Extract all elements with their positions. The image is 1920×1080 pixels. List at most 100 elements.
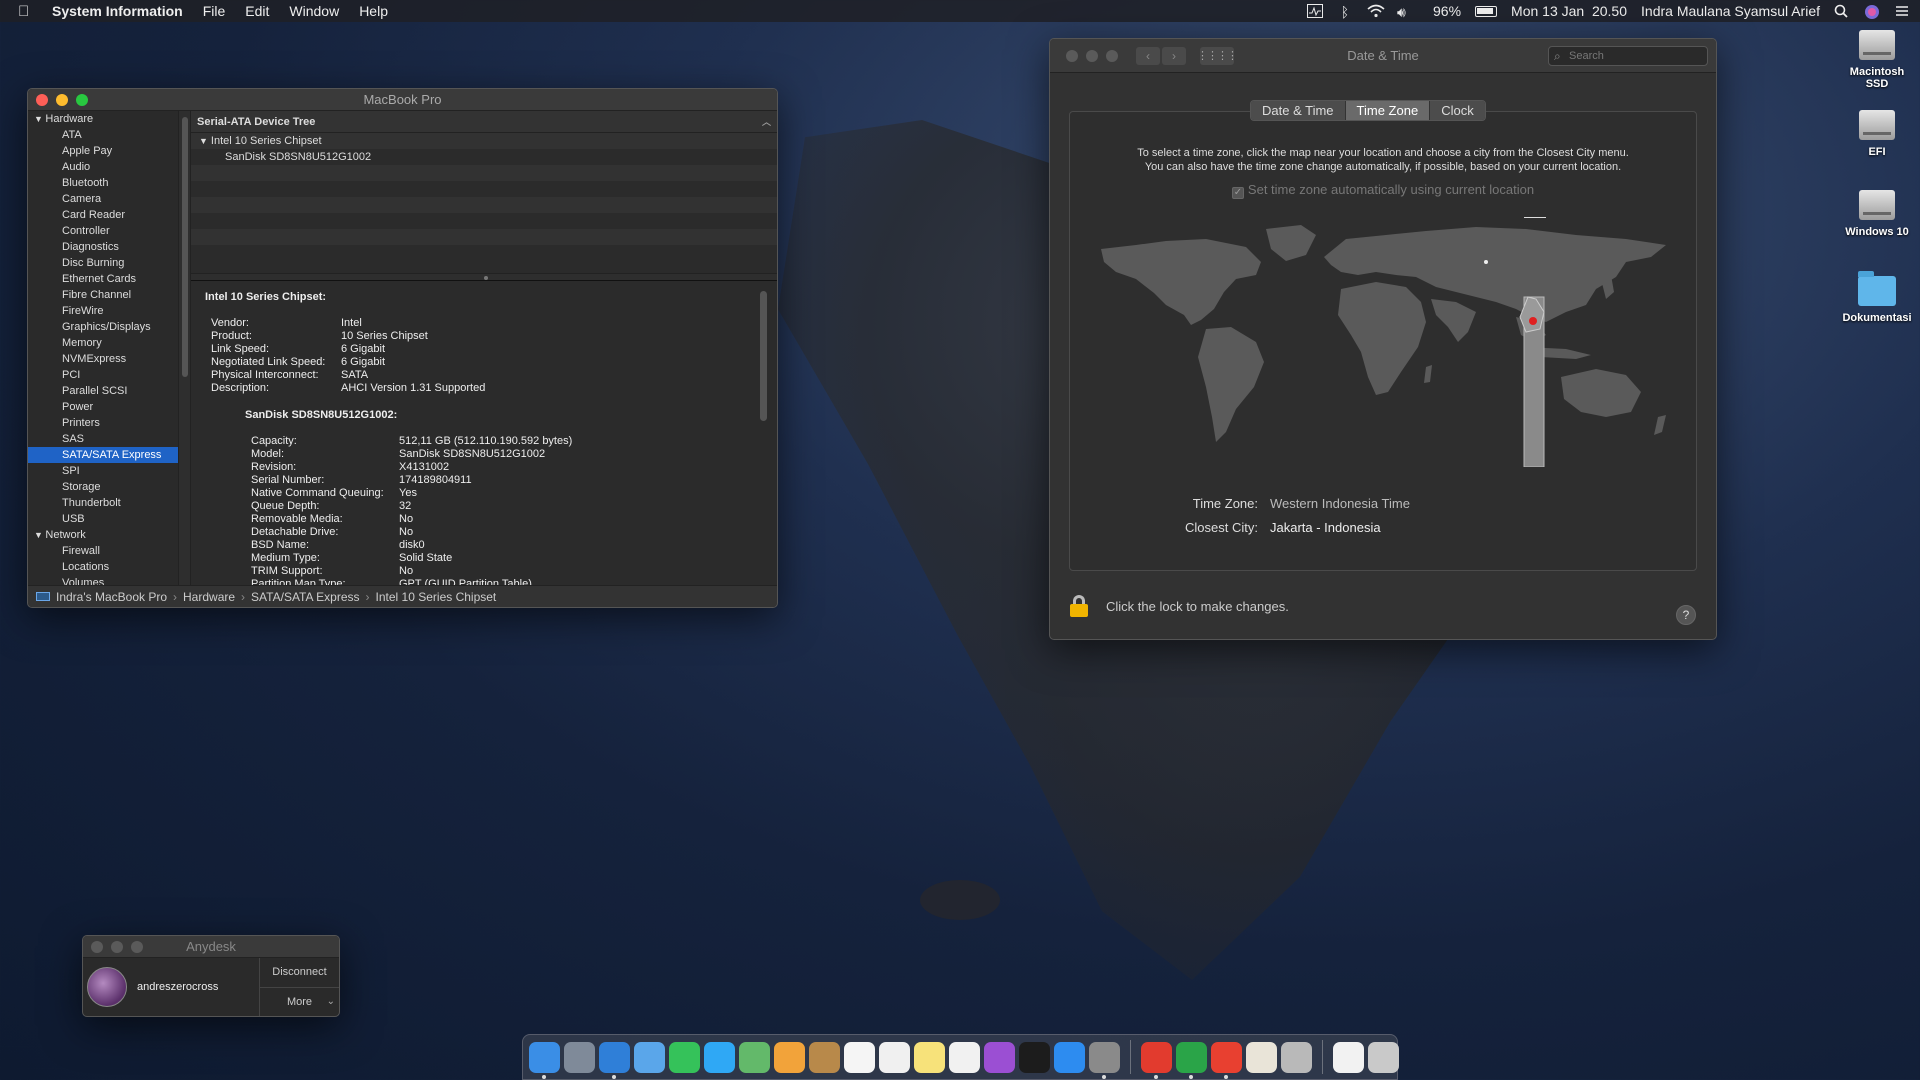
sidebar-scrollbar[interactable] [178, 111, 191, 585]
sidebar-item-storage[interactable]: Storage [28, 479, 178, 495]
sidebar-item-controller[interactable]: Controller [28, 223, 178, 239]
close-button[interactable] [1066, 49, 1078, 62]
disclosure-triangle-icon[interactable]: ▼ [199, 136, 208, 146]
dock-photos-icon[interactable] [774, 1041, 805, 1073]
breadcrumb-item[interactable]: Hardware [183, 590, 235, 604]
dock-anydesk-icon[interactable] [1141, 1041, 1172, 1079]
tab-time-zone[interactable]: Time Zone [1345, 101, 1431, 120]
forward-button[interactable]: › [1162, 46, 1186, 65]
world-map[interactable] [1096, 217, 1676, 467]
dock-text-edit-icon[interactable] [1246, 1041, 1277, 1073]
sidebar-item-camera[interactable]: Camera [28, 191, 178, 207]
sidebar-item-firewire[interactable]: FireWire [28, 303, 178, 319]
breadcrumb-item[interactable]: Indra's MacBook Pro [56, 590, 167, 604]
sidebar-item-card-reader[interactable]: Card Reader [28, 207, 178, 223]
wifi-icon[interactable] [1367, 4, 1385, 18]
apple-menu-icon[interactable]:  [18, 3, 38, 20]
dock-safari-icon[interactable] [599, 1041, 630, 1079]
dock-trash-icon[interactable] [1368, 1041, 1399, 1073]
sidebar-item-audio[interactable]: Audio [28, 159, 178, 175]
close-button[interactable] [91, 940, 103, 953]
tree-row-chipset[interactable]: ▼ Intel 10 Series Chipset [191, 133, 777, 149]
sidebar-item-ethernet-cards[interactable]: Ethernet Cards [28, 271, 178, 287]
sidebar-item-thunderbolt[interactable]: Thunderbolt [28, 495, 178, 511]
search-input[interactable]: Search [1548, 45, 1708, 66]
sidebar-item-volumes[interactable]: Volumes [28, 575, 178, 585]
breadcrumb-item[interactable]: SATA/SATA Express [251, 590, 359, 604]
zoom-button[interactable] [76, 93, 88, 106]
date-time-toolbar[interactable]: ‹ › ⋮⋮⋮⋮ Date & Time Search [1050, 39, 1716, 73]
spotlight-search-icon[interactable] [1834, 4, 1850, 18]
bluetooth-icon[interactable]: ᛒ [1337, 4, 1353, 20]
sidebar-item-sata-sata-express[interactable]: SATA/SATA Express [28, 447, 178, 463]
back-button[interactable]: ‹ [1136, 46, 1160, 65]
minimize-button[interactable] [1086, 49, 1098, 62]
dock-app-store-icon[interactable] [1054, 1041, 1085, 1073]
sidebar-item-power[interactable]: Power [28, 399, 178, 415]
sidebar-group-network[interactable]: Network [28, 527, 178, 543]
dock-notes-icon[interactable] [914, 1041, 945, 1073]
sidebar-item-printers[interactable]: Printers [28, 415, 178, 431]
tab-clock[interactable]: Clock [1430, 101, 1485, 120]
breadcrumb-item[interactable]: Intel 10 Series Chipset [376, 590, 497, 604]
zoom-button[interactable] [131, 940, 143, 953]
sidebar-item-parallel-scsi[interactable]: Parallel SCSI [28, 383, 178, 399]
dock-music-icon[interactable] [949, 1041, 980, 1073]
dock-facetime-icon[interactable] [669, 1041, 700, 1073]
battery-icon[interactable] [1475, 5, 1498, 17]
close-button[interactable] [36, 93, 48, 106]
disconnect-button[interactable]: Disconnect [260, 958, 339, 988]
sidebar-item-disc-burning[interactable]: Disc Burning [28, 255, 178, 271]
sidebar-item-spi[interactable]: SPI [28, 463, 178, 479]
menu-file[interactable]: File [203, 3, 226, 19]
dock-mail-icon[interactable] [634, 1041, 665, 1073]
siri-icon[interactable] [1864, 4, 1880, 19]
volume-icon[interactable]: 🔊︎ [1397, 4, 1419, 20]
sidebar-item-pci[interactable]: PCI [28, 367, 178, 383]
dock-launchpad-icon[interactable] [564, 1041, 595, 1073]
dock-reminders-icon[interactable] [879, 1041, 910, 1073]
auto-time-zone-checkbox[interactable]: ✓ Set time zone automatically using curre… [1070, 182, 1696, 199]
sidebar-item-usb[interactable]: USB [28, 511, 178, 527]
desktop-icon-efi[interactable]: EFI [1832, 110, 1920, 158]
dock-maps-icon[interactable] [739, 1041, 770, 1073]
dock-automator-icon[interactable] [1281, 1041, 1312, 1073]
minimize-button[interactable] [56, 93, 68, 106]
tree-row-disk[interactable]: SanDisk SD8SN8U512G1002 [191, 149, 777, 165]
detail-scrollbar[interactable] [760, 291, 767, 421]
checkmark-icon[interactable]: ✓ [1231, 187, 1244, 199]
dock-finder-icon[interactable] [529, 1041, 560, 1079]
activity-monitor-icon[interactable] [1307, 4, 1323, 18]
dock-podcasts-icon[interactable] [984, 1041, 1015, 1073]
menu-window[interactable]: Window [289, 3, 339, 19]
sidebar-item-graphics-displays[interactable]: Graphics/Displays [28, 319, 178, 335]
dock-system-preferences-icon[interactable] [1089, 1041, 1120, 1079]
sidebar-item-sas[interactable]: SAS [28, 431, 178, 447]
tab-date-time[interactable]: Date & Time [1251, 101, 1346, 120]
desktop-icon-dokumentasi[interactable]: Dokumentasi [1832, 271, 1920, 324]
zoom-button[interactable] [1106, 49, 1118, 62]
closest-city-select[interactable]: Jakarta - Indonesia [1270, 520, 1381, 535]
lock-icon[interactable] [1070, 595, 1088, 617]
desktop-icon-windows-10[interactable]: Windows 10 [1832, 190, 1920, 238]
dock-system-information-icon[interactable] [1176, 1041, 1207, 1079]
split-view-divider[interactable] [191, 273, 777, 281]
sidebar-item-bluetooth[interactable]: Bluetooth [28, 175, 178, 191]
sidebar-item-fibre-channel[interactable]: Fibre Channel [28, 287, 178, 303]
sidebar-item-apple-pay[interactable]: Apple Pay [28, 143, 178, 159]
device-tree-header[interactable]: Serial-ATA Device Tree ︿ [191, 111, 777, 133]
sysinfo-titlebar[interactable]: MacBook Pro [28, 89, 777, 111]
sidebar-item-firewall[interactable]: Firewall [28, 543, 178, 559]
menu-app-name[interactable]: System Information [52, 3, 183, 19]
desktop-icon-macintosh-ssd[interactable]: Macintosh SSD [1832, 30, 1920, 90]
sidebar-item-memory[interactable]: Memory [28, 335, 178, 351]
sidebar-item-locations[interactable]: Locations [28, 559, 178, 575]
minimize-button[interactable] [111, 940, 123, 953]
sidebar-item-ata[interactable]: ATA [28, 127, 178, 143]
menu-edit[interactable]: Edit [245, 3, 269, 19]
menu-help[interactable]: Help [359, 3, 388, 19]
sidebar-scroll-thumb[interactable] [182, 117, 188, 377]
dock-documents-stack-icon[interactable] [1333, 1041, 1364, 1073]
show-all-grid-icon[interactable]: ⋮⋮⋮⋮ [1197, 46, 1238, 65]
menubar-clock[interactable]: Mon 13 Jan 20.50 [1511, 3, 1627, 19]
